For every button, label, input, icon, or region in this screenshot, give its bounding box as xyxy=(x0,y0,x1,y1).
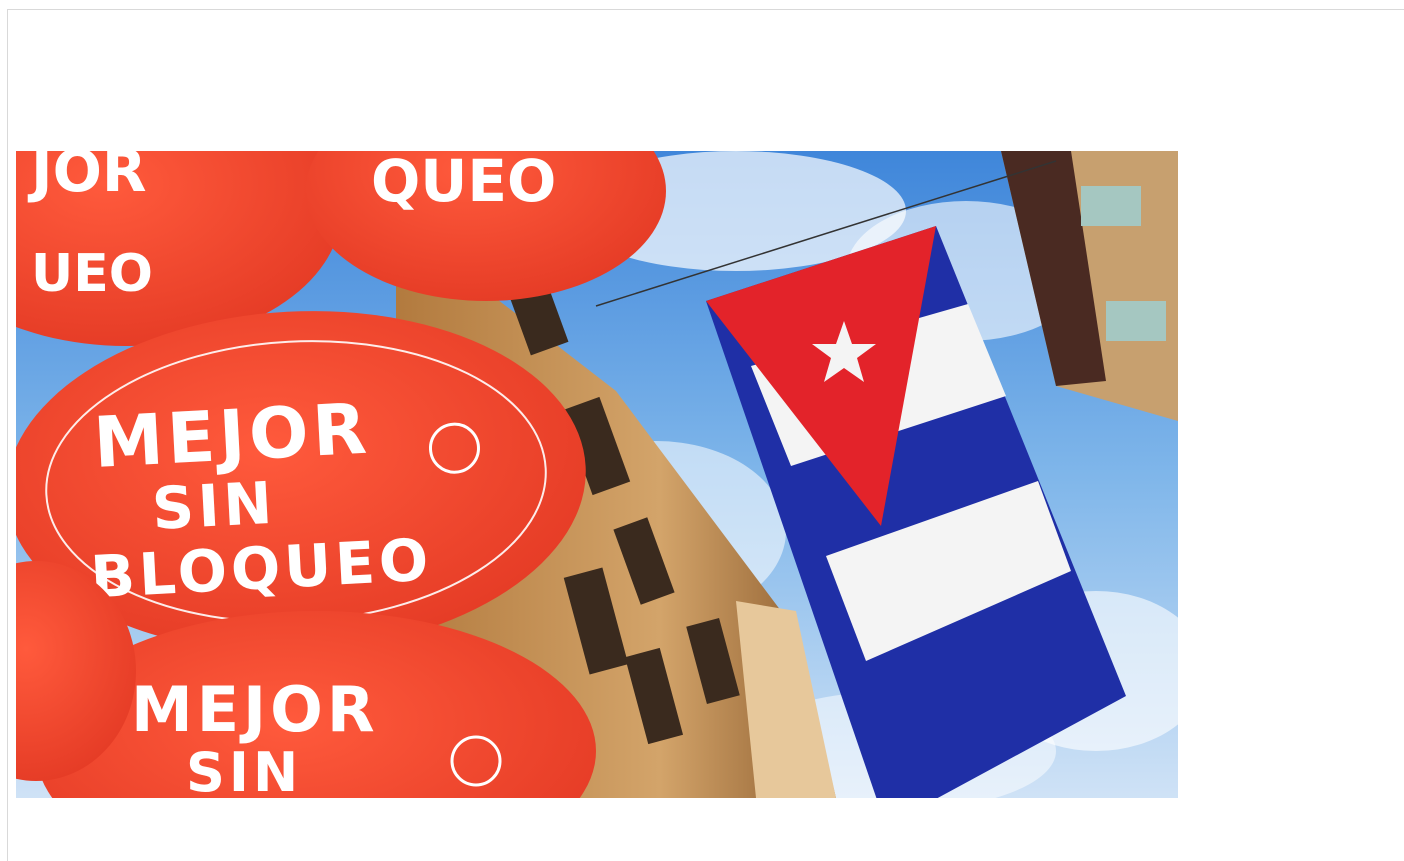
svg-text:MEJOR: MEJOR xyxy=(131,673,379,746)
svg-text:UEO: UEO xyxy=(31,244,153,304)
svg-text:JOR: JOR xyxy=(27,151,147,205)
svg-text:SIN: SIN xyxy=(150,469,277,543)
svg-text:MEJOR: MEJOR xyxy=(92,388,373,484)
svg-text:SIN: SIN xyxy=(186,741,302,798)
svg-text:QUEO: QUEO xyxy=(371,151,556,215)
hero-image: JOR UEO QUEO MEJOR SIN BLOQUEO MEJOR SIN xyxy=(16,151,1178,798)
